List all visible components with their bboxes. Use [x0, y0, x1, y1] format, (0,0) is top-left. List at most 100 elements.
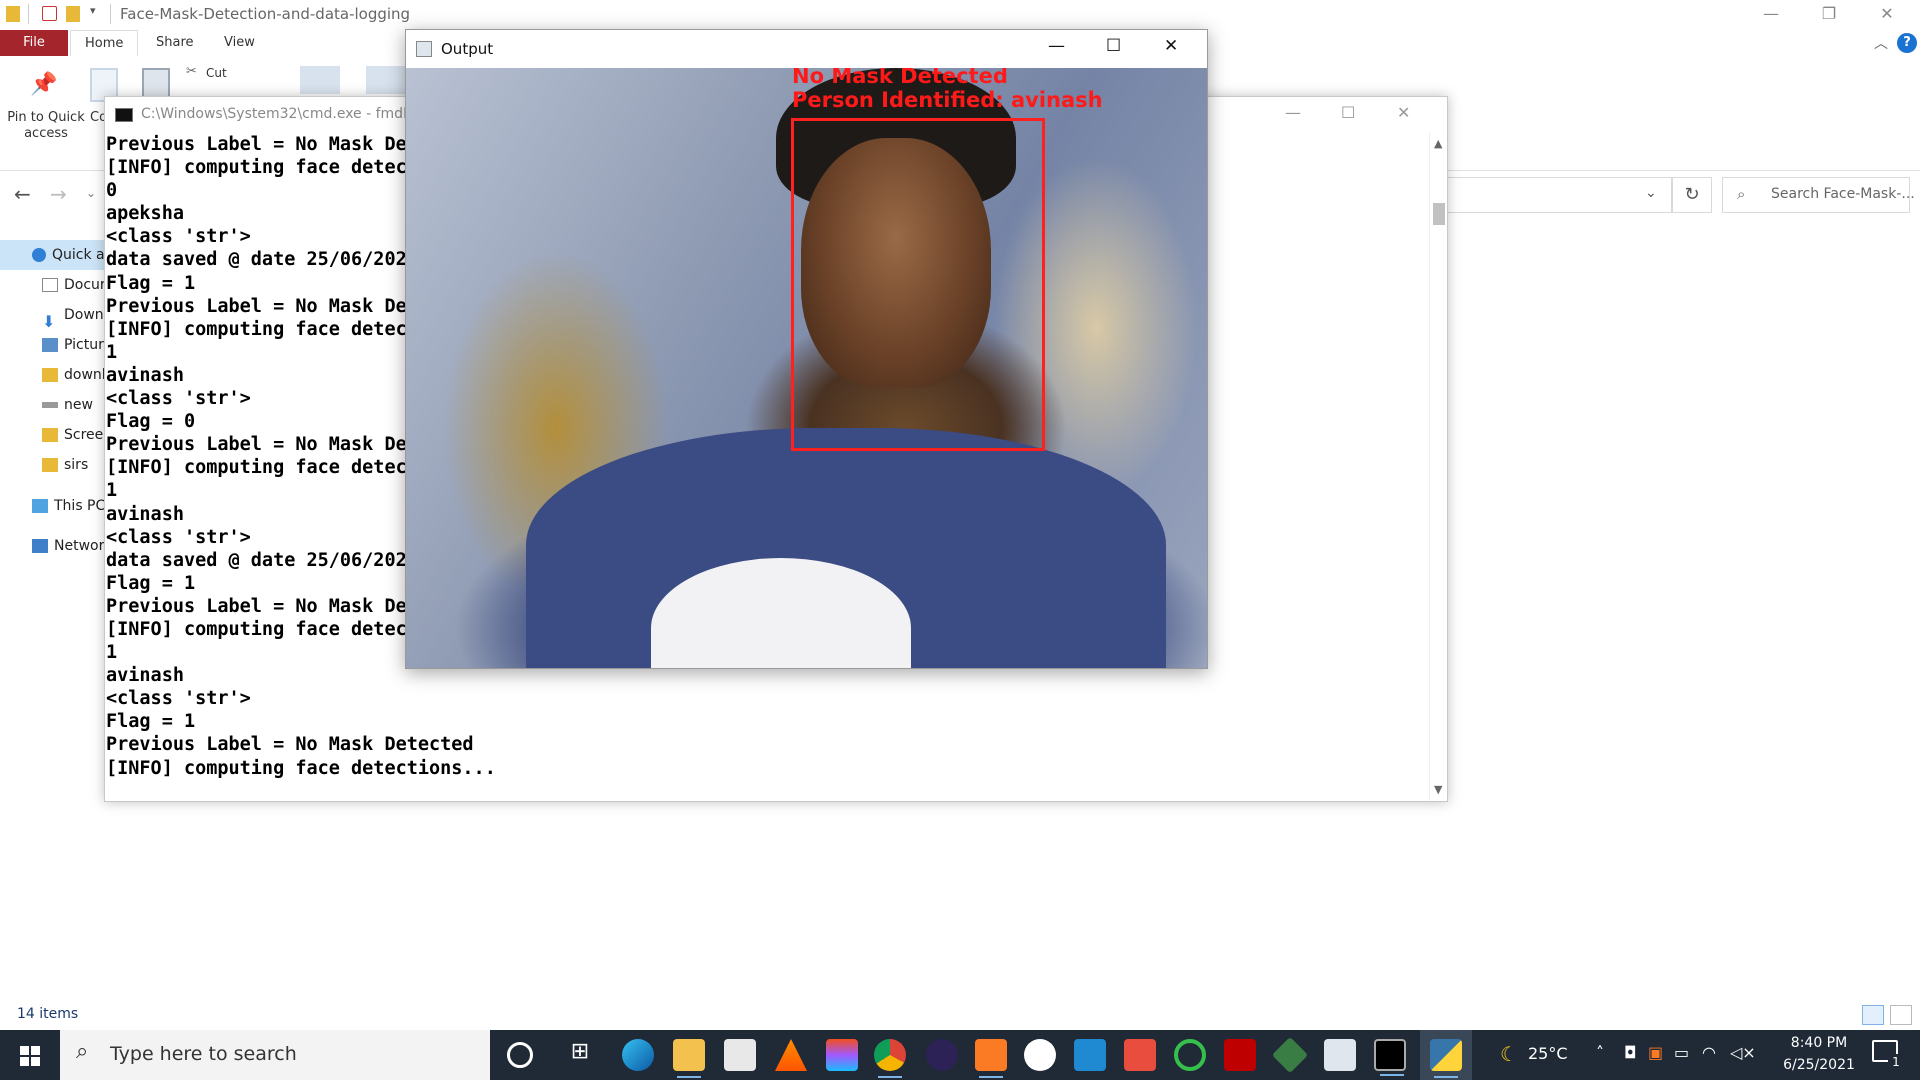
close-button[interactable]: ✕ [1858, 0, 1916, 30]
cut-button[interactable]: Cut [206, 66, 227, 80]
explorer-title: Face-Mask-Detection-and-data-logging [120, 5, 411, 23]
chrome-icon[interactable] [874, 1039, 906, 1078]
taskbar-search[interactable]: ⌕ Type here to search [60, 1030, 490, 1080]
start-button[interactable] [0, 1030, 60, 1080]
clock-date[interactable]: 6/25/2021 [1774, 1057, 1864, 1073]
windows-logo-part [31, 1046, 40, 1055]
xampp-icon[interactable] [975, 1039, 1007, 1078]
separator [28, 4, 29, 24]
tab-view[interactable]: View [210, 30, 269, 56]
new-folder-icon[interactable] [66, 6, 80, 22]
cmd-line: Previous Label = No Mask Detected [106, 734, 474, 756]
nav-item-screenshots[interactable]: Screer [0, 421, 106, 449]
scroll-up-icon[interactable]: ▲ [1434, 137, 1442, 150]
nav-label: Pictur [64, 337, 104, 353]
cmd-line: <class 'str'> [106, 688, 251, 710]
nav-item-new[interactable]: new [0, 391, 106, 419]
nav-item-downl[interactable]: downl [0, 361, 106, 389]
moon-weather-icon[interactable]: ☾ [1500, 1042, 1518, 1066]
gitkraken-icon[interactable] [1271, 1036, 1309, 1074]
search-icon: ⌕ [76, 1039, 89, 1064]
vlc-icon[interactable] [775, 1039, 807, 1071]
output-window: Output — ☐ ✕ No Mask Detected Person Ide… [405, 29, 1208, 669]
maximize-button[interactable]: ☐ [1341, 103, 1355, 122]
search-input[interactable]: ⌕ Search Face-Mask-... [1722, 177, 1915, 213]
refresh-icon[interactable]: ↻ [1672, 177, 1712, 213]
nav-item-this-pc[interactable]: This PC [0, 492, 106, 520]
notepad-icon[interactable] [1324, 1039, 1356, 1071]
webcam-frame: No Mask Detected Person Identified: avin… [406, 68, 1207, 668]
mask-status-label: No Mask Detected [792, 68, 1008, 88]
cmd-scrollbar[interactable]: ▲ ▼ [1429, 133, 1447, 801]
close-button[interactable]: ✕ [1397, 103, 1410, 122]
cmd-line: [INFO] computing face detections... [106, 757, 496, 779]
tab-share[interactable]: Share [142, 30, 208, 56]
restore-button[interactable]: ❐ [1800, 0, 1858, 30]
python-icon[interactable] [1430, 1039, 1462, 1078]
wifi-icon[interactable]: ◠ [1702, 1043, 1716, 1062]
pin-to-quick-access-button[interactable]: Pin to Quick access [6, 110, 86, 142]
maximize-button[interactable]: ☐ [1106, 36, 1121, 56]
minimize-button[interactable]: — [1742, 0, 1800, 30]
cortana-icon[interactable] [507, 1042, 533, 1068]
large-icons-view-icon[interactable] [1890, 1005, 1912, 1025]
running-indicator [1434, 1076, 1458, 1078]
nav-item-downloads[interactable]: ⬇ Down [0, 301, 106, 329]
output-titlebar: Output — ☐ ✕ [406, 30, 1207, 68]
taskbar: ⌕ Type here to search ⊞ ☾ 25°C ˄ ◘ ▣ ▭ ◠… [0, 1030, 1920, 1080]
nav-label: Networ [54, 538, 105, 554]
details-view-icon[interactable] [1862, 1005, 1884, 1025]
chevron-up-icon[interactable]: ˄ [1596, 1043, 1604, 1062]
forward-arrow-icon[interactable]: → [50, 182, 67, 206]
taskbar-search-placeholder: Type here to search [110, 1043, 297, 1065]
tab-file[interactable]: File [0, 30, 68, 56]
help-icon[interactable]: ? [1897, 33, 1917, 53]
xampp-tray-icon[interactable]: ▣ [1648, 1043, 1663, 1062]
status-item-count: 14 items [17, 1006, 79, 1022]
file-explorer-icon[interactable] [673, 1039, 705, 1078]
terminal-icon[interactable] [1374, 1039, 1406, 1076]
tab-home[interactable]: Home [70, 30, 139, 56]
filezilla-icon[interactable] [1224, 1039, 1256, 1071]
running-indicator [1380, 1074, 1404, 1076]
figma-icon[interactable] [826, 1039, 858, 1071]
nav-item-documents[interactable]: Docur [0, 271, 106, 299]
back-arrow-icon[interactable]: ← [14, 182, 31, 206]
recent-locations-icon[interactable]: ⌄ [86, 186, 96, 200]
nav-item-network[interactable]: Networ [0, 532, 106, 560]
battery-icon[interactable]: ▭ [1674, 1043, 1689, 1062]
person-identified-label: Person Identified: avinash [792, 88, 1103, 112]
pin-label-line2: access [24, 126, 68, 141]
eclipse-icon[interactable] [926, 1039, 958, 1071]
notification-count: 1 [1888, 1054, 1904, 1070]
close-button[interactable]: ✕ [1164, 36, 1178, 56]
vscode-icon[interactable] [1074, 1039, 1106, 1071]
word-icon[interactable] [1024, 1039, 1056, 1071]
nav-item-pictures[interactable]: Pictur [0, 331, 106, 359]
face-detection-box [791, 118, 1045, 451]
nav-label: Down [64, 307, 104, 323]
nav-item-quick-access[interactable]: Quick a [0, 241, 106, 269]
address-box[interactable]: ⌄ [1440, 177, 1672, 213]
folder-icon [42, 428, 58, 442]
customize-toolbar-icon[interactable]: ▾ [90, 4, 96, 17]
speaker-muted-icon[interactable]: ◁× [1730, 1043, 1756, 1062]
copy-to-icon [366, 66, 406, 94]
weather-temp[interactable]: 25°C [1528, 1044, 1568, 1063]
scrollbar-thumb[interactable] [1433, 203, 1445, 225]
minimize-button[interactable]: — [1048, 36, 1065, 56]
task-view-icon[interactable]: ⊞ [564, 1039, 596, 1071]
camera-icon[interactable]: ◘ [1624, 1043, 1637, 1062]
git-icon[interactable] [1124, 1039, 1156, 1071]
refresh-app-icon[interactable] [1174, 1039, 1206, 1071]
minimize-button[interactable]: — [1285, 103, 1301, 122]
scroll-down-icon[interactable]: ▼ [1434, 783, 1442, 796]
nav-label: Quick a [52, 247, 105, 263]
store-icon[interactable] [724, 1039, 756, 1071]
nav-item-sirs[interactable]: sirs [0, 451, 106, 479]
properties-icon[interactable] [42, 6, 57, 21]
edge-icon[interactable] [622, 1039, 654, 1071]
chevron-down-icon[interactable]: ⌄ [1645, 185, 1657, 201]
collapse-ribbon-icon[interactable]: ︿ [1874, 33, 1888, 53]
clock-time[interactable]: 8:40 PM [1784, 1035, 1854, 1051]
